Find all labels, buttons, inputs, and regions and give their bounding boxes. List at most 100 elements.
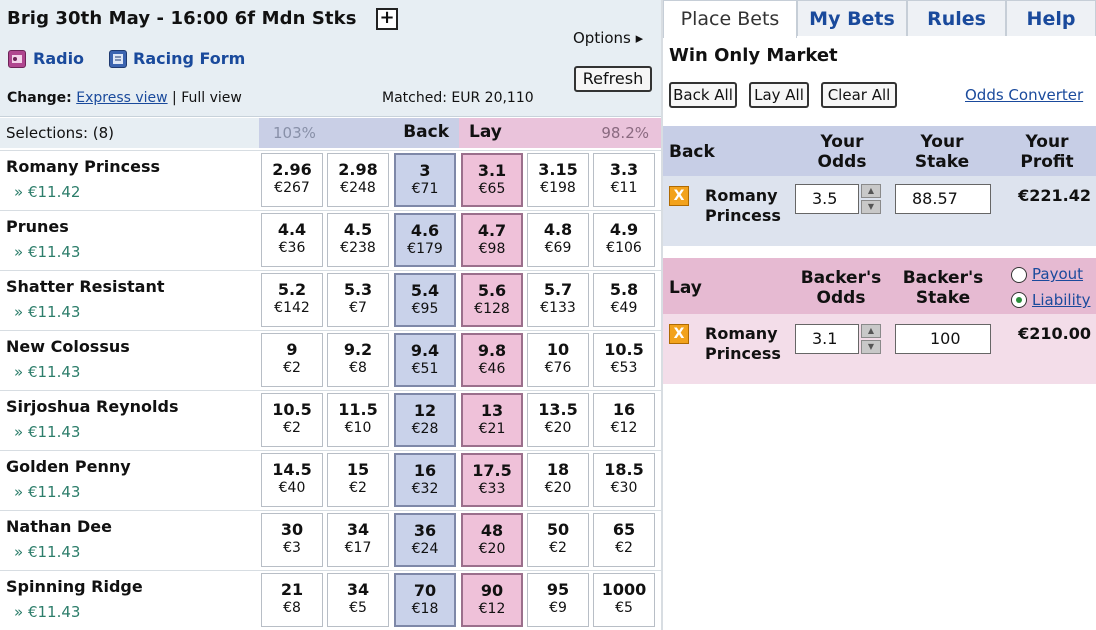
odds-up-icon[interactable]: ▲ xyxy=(861,324,881,338)
lay-odds-input[interactable]: 3.1 xyxy=(795,324,859,354)
lay-price-cell[interactable]: 5.8 €49 xyxy=(593,273,655,327)
remove-lay-bet-icon[interactable]: X xyxy=(669,324,689,344)
back-price-cell[interactable]: 9.2 €8 xyxy=(327,333,389,387)
racing-form-link[interactable]: Racing Form xyxy=(133,49,245,68)
back-bets-header: Back Your Odds Your Stake Your Profit xyxy=(663,126,1096,176)
lay-price-cell[interactable]: 18 €20 xyxy=(527,453,589,507)
price-amount: €46 xyxy=(478,361,506,377)
price-amount: €98 xyxy=(478,241,506,257)
runner-name[interactable]: Shatter Resistant xyxy=(6,277,165,296)
back-price-cell[interactable]: 4.4 €36 xyxy=(261,213,323,267)
lay-price-cell[interactable]: 17.5 €33 xyxy=(461,453,523,507)
back-odds-input[interactable]: 3.5 xyxy=(795,184,859,214)
lay-price-cell[interactable]: 10 €76 xyxy=(527,333,589,387)
lay-price-cell[interactable]: 4.9 €106 xyxy=(593,213,655,267)
back-price-cell[interactable]: 3 €71 xyxy=(394,153,456,207)
odds-down-icon[interactable]: ▼ xyxy=(861,340,881,354)
lay-selection-line1: Romany xyxy=(705,324,778,343)
lay-price-cell[interactable]: 65 €2 xyxy=(593,513,655,567)
lay-price-cell[interactable]: 13.5 €20 xyxy=(527,393,589,447)
back-price-cell[interactable]: 2.98 €248 xyxy=(327,153,389,207)
back-price-cell[interactable]: 70 €18 xyxy=(394,573,456,627)
price-odds: 5.2 xyxy=(277,280,307,299)
back-price-cell[interactable]: 4.5 €238 xyxy=(327,213,389,267)
refresh-button[interactable]: Refresh xyxy=(574,66,652,92)
tab-help[interactable]: Help xyxy=(1006,0,1096,36)
back-price-cell[interactable]: 9.4 €51 xyxy=(394,333,456,387)
back-price-cell[interactable]: 36 €24 xyxy=(394,513,456,567)
radio-link[interactable]: Radio xyxy=(33,49,84,68)
market-type-label: Win Only Market xyxy=(669,45,838,66)
lay-price-cell[interactable]: 3.3 €11 xyxy=(593,153,655,207)
back-price-cell[interactable]: 5.3 €7 xyxy=(327,273,389,327)
back-all-button[interactable]: Back All xyxy=(669,82,737,108)
lay-price-cell[interactable]: 5.6 €128 xyxy=(461,273,523,327)
lay-price-cell[interactable]: 5.7 €133 xyxy=(527,273,589,327)
back-price-cell[interactable]: 11.5 €10 xyxy=(327,393,389,447)
back-price-cell[interactable]: 14.5 €40 xyxy=(261,453,323,507)
back-price-cell[interactable]: 5.4 €95 xyxy=(394,273,456,327)
back-price-cell[interactable]: 10.5 €2 xyxy=(261,393,323,447)
runner-name[interactable]: Sirjoshua Reynolds xyxy=(6,397,179,416)
lay-price-cell[interactable]: 9.8 €46 xyxy=(461,333,523,387)
back-price-cell[interactable]: 12 €28 xyxy=(394,393,456,447)
price-amount: €9 xyxy=(549,600,567,616)
price-amount: €142 xyxy=(274,300,310,316)
back-stake-input[interactable]: 88.57 xyxy=(895,184,991,214)
lay-bet-row: X Romany Princess 3.1 ▲ ▼ 100 €210.00 xyxy=(663,314,1096,384)
runner-name[interactable]: Prunes xyxy=(6,217,69,236)
price-odds: 30 xyxy=(280,520,304,539)
back-price-cell[interactable]: 5.2 €142 xyxy=(261,273,323,327)
price-odds: 13.5 xyxy=(538,400,578,419)
lay-price-cell[interactable]: 50 €2 xyxy=(527,513,589,567)
lay-price-cell[interactable]: 1000 €5 xyxy=(593,573,655,627)
liability-link[interactable]: Liability xyxy=(1032,291,1091,309)
lay-price-cell[interactable]: 90 €12 xyxy=(461,573,523,627)
lay-stake-input[interactable]: 100 xyxy=(895,324,991,354)
clear-all-button[interactable]: Clear All xyxy=(821,82,897,108)
back-price-cell[interactable]: 21 €8 xyxy=(261,573,323,627)
back-price-cell[interactable]: 4.6 €179 xyxy=(394,213,456,267)
back-price-cell[interactable]: 15 €2 xyxy=(327,453,389,507)
express-view-link[interactable]: Express view xyxy=(76,90,167,106)
payout-link[interactable]: Payout xyxy=(1032,265,1083,283)
runner-name[interactable]: Golden Penny xyxy=(6,457,131,476)
lay-all-button[interactable]: Lay All xyxy=(749,82,809,108)
back-price-cell[interactable]: 34 €17 xyxy=(327,513,389,567)
lay-price-cell[interactable]: 95 €9 xyxy=(527,573,589,627)
lay-price-cell[interactable]: 3.15 €198 xyxy=(527,153,589,207)
back-price-cell[interactable]: 2.96 €267 xyxy=(261,153,323,207)
runner-name[interactable]: Nathan Dee xyxy=(6,517,112,536)
payout-radio[interactable] xyxy=(1011,267,1027,283)
lay-price-cell[interactable]: 16 €12 xyxy=(593,393,655,447)
remove-back-bet-icon[interactable]: X xyxy=(669,186,689,206)
lay-price-cell[interactable]: 13 €21 xyxy=(461,393,523,447)
runner-name[interactable]: Romany Princess xyxy=(6,157,160,176)
runner-name[interactable]: Spinning Ridge xyxy=(6,577,143,596)
tab-rules[interactable]: Rules xyxy=(907,0,1006,36)
back-odds-stepper[interactable]: ▲ ▼ xyxy=(861,184,881,214)
odds-down-icon[interactable]: ▼ xyxy=(861,200,881,214)
liability-radio[interactable] xyxy=(1011,292,1027,308)
back-price-cell[interactable]: 30 €3 xyxy=(261,513,323,567)
lay-price-cell[interactable]: 48 €20 xyxy=(461,513,523,567)
tab-my-bets[interactable]: My Bets xyxy=(797,0,907,36)
odds-converter-link[interactable]: Odds Converter xyxy=(965,86,1083,104)
back-price-cell[interactable]: 34 €5 xyxy=(327,573,389,627)
tab-place-bets[interactable]: Place Bets xyxy=(663,0,797,38)
options-menu[interactable]: Options ▸ xyxy=(573,29,643,47)
lay-price-cell[interactable]: 3.1 €65 xyxy=(461,153,523,207)
lay-price-cell[interactable]: 4.8 €69 xyxy=(527,213,589,267)
lay-price-cell[interactable]: 4.7 €98 xyxy=(461,213,523,267)
back-price-cell[interactable]: 16 €32 xyxy=(394,453,456,507)
expand-button[interactable]: + xyxy=(376,8,398,30)
odds-up-icon[interactable]: ▲ xyxy=(861,184,881,198)
price-amount: €51 xyxy=(411,361,439,377)
back-price-cell[interactable]: 9 €2 xyxy=(261,333,323,387)
lay-odds-stepper[interactable]: ▲ ▼ xyxy=(861,324,881,354)
runner-name[interactable]: New Colossus xyxy=(6,337,130,356)
price-odds: 5.8 xyxy=(609,280,639,299)
lay-price-cell[interactable]: 10.5 €53 xyxy=(593,333,655,387)
view-switcher: Change: Express view | Full view xyxy=(7,90,242,106)
lay-price-cell[interactable]: 18.5 €30 xyxy=(593,453,655,507)
